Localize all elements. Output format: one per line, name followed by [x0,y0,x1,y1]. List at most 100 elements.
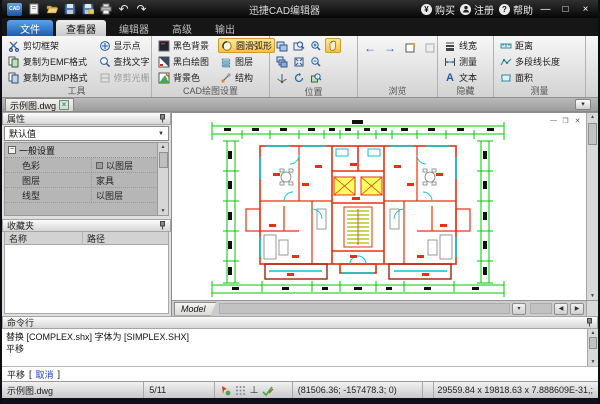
area-button[interactable]: 面积 [498,70,562,85]
scroll-right-icon[interactable]: ▶ [570,303,584,315]
show-points-button[interactable]: 显示点 [97,38,152,53]
horizontal-scroll-track[interactable] [530,303,552,314]
refresh-view-button[interactable] [291,70,307,85]
polyline-length-button[interactable]: 多段线长度 [498,54,562,69]
favorites-list[interactable] [4,245,169,314]
tab-viewer[interactable]: 查看器 [56,20,106,36]
minimize-button[interactable]: — [538,2,553,16]
horizontal-scroll-track[interactable] [219,303,510,314]
command-history-line: 平移 [6,343,582,355]
drawing-canvas[interactable]: — ❐ ✕ ▲ ▼ Model ▾ ◀ ▶ [172,112,598,316]
grid-snap-icon[interactable] [235,385,246,396]
scroll-down-icon[interactable]: ▼ [591,359,596,365]
color-swatch [96,162,103,169]
back-button[interactable]: ← [362,40,378,55]
open-file-icon[interactable] [45,3,58,16]
pin-icon[interactable] [586,318,593,327]
bg-color-button[interactable]: 背景色 [156,70,211,85]
mdi-minimize-icon[interactable]: — [549,116,558,125]
command-scrollbar[interactable]: ▲ ▼ [587,329,598,366]
new-file-icon[interactable] [27,3,40,16]
hide-measure-button[interactable]: 测量 [442,54,479,69]
next-page-button[interactable] [402,40,418,55]
property-row-layer[interactable]: 图层 家具 [5,173,168,188]
favorites-col-path[interactable]: 路径 [83,232,105,245]
scroll-up-icon[interactable]: ▲ [161,144,166,150]
copy-bmp-label: 复制为BMP格式 [23,71,88,84]
scrollbar-thumb[interactable] [159,152,168,168]
cancel-link[interactable]: 取消 [36,368,54,381]
tab-advanced[interactable]: 高级 [162,20,202,36]
property-group-row[interactable]: − 一般设置 [5,143,168,158]
maximize-button[interactable]: □ [558,2,573,16]
print-icon[interactable] [99,3,112,16]
smooth-arc-button[interactable]: 圆滑弧形 [218,38,275,53]
command-input[interactable]: 平移 [ 取消 ] [2,367,598,382]
structure-button[interactable]: 结构 [218,70,275,85]
line-width-button[interactable]: 线宽 [442,38,479,53]
app-logo-icon[interactable]: CAD [7,3,22,16]
fit-to-screen-button[interactable] [291,54,307,69]
model-tab[interactable]: Model [174,302,217,316]
scroll-up-icon[interactable]: ▲ [591,330,596,336]
view-3d-button[interactable] [274,70,290,85]
window-bottom-edge [2,398,598,404]
scroll-down-icon[interactable]: ▼ [161,208,166,214]
property-preset-dropdown[interactable]: 默认值 ▼ [4,126,169,141]
new-view-window-button[interactable] [274,38,290,53]
polyline-length-label: 多段线长度 [515,55,560,68]
property-row-color[interactable]: 色彩 以图层 [5,158,168,173]
property-row-linetype[interactable]: 线型 以图层 [5,188,168,203]
zoom-window-button[interactable] [291,38,307,53]
pan-button[interactable] [325,38,341,53]
zoom-extents-button[interactable] [308,70,324,85]
copy-emf-button[interactable]: 复制为EMF格式 [6,54,90,69]
undo-icon[interactable]: ↶ [117,3,130,16]
register-button[interactable]: 注册 [460,2,494,17]
save-icon[interactable] [63,3,76,16]
favorites-col-name[interactable]: 名称 [5,232,83,245]
redo-icon[interactable]: ↷ [135,3,148,16]
group-label-browse: 浏览 [362,85,433,97]
ribbon-collapse-button[interactable]: ▾ [575,99,591,110]
cascade-windows-button[interactable] [274,54,290,69]
pin-icon[interactable] [159,221,166,230]
zoom-in-button[interactable] [308,38,324,53]
buy-button[interactable]: ¥ 购买 [421,2,455,17]
scroll-left-icon[interactable]: ◀ [554,303,568,315]
draw-mode-icon[interactable] [262,385,274,396]
collapse-icon[interactable]: − [8,146,16,154]
pin-icon[interactable] [159,114,166,123]
tracking-mode-icon[interactable] [220,385,231,396]
tab-editor[interactable]: 编辑器 [109,20,159,36]
cut-frame-button[interactable]: 剪切框架 [6,38,90,53]
canvas-vertical-scrollbar[interactable]: ▲ ▼ [586,113,598,300]
mdi-close-icon[interactable]: ✕ [573,116,582,125]
layers-button[interactable]: 图层 [218,54,275,69]
help-button[interactable]: ? 帮助 [499,2,533,17]
document-tab-close-icon[interactable]: × [59,100,69,110]
forward-button[interactable]: → [382,40,398,55]
save-as-icon[interactable] [81,3,94,16]
scroll-up-icon[interactable]: ▲ [590,114,595,120]
black-bg-button[interactable]: 黑色背景 [156,38,211,53]
title-bar: CAD ↶ ↷ 迅捷CAD编辑器 ¥ 购买 注册 ? [2,0,598,18]
zoom-out-button[interactable] [308,54,324,69]
scroll-down-icon[interactable]: ▼ [590,293,595,299]
close-button[interactable]: × [578,2,593,16]
scrollbar-thumb[interactable] [589,337,597,349]
document-tab[interactable]: 示例图.dwg × [5,98,74,111]
distance-button[interactable]: 距离 [498,38,562,53]
scrollbar-thumb[interactable] [588,123,597,145]
command-history[interactable]: 替换 [COMPLEX.shx] 字体为 [SIMPLEX.SHX] 平移 ▲ … [2,329,598,367]
tab-file[interactable]: 文件 [7,20,53,36]
mdi-restore-icon[interactable]: ❐ [561,116,570,125]
find-text-button[interactable]: 查找文字 [97,54,152,69]
copy-bmp-button[interactable]: 复制为BMP格式 [6,70,90,85]
layout-list-button[interactable]: ▾ [512,303,526,315]
ortho-mode-icon[interactable]: ⊥ [250,385,259,396]
hide-text-button[interactable]: A 文本 [442,70,479,85]
property-grid-scrollbar[interactable]: ▲ ▼ [157,143,168,215]
bw-drawing-button[interactable]: 黑白绘图 [156,54,211,69]
tab-output[interactable]: 输出 [205,20,245,36]
